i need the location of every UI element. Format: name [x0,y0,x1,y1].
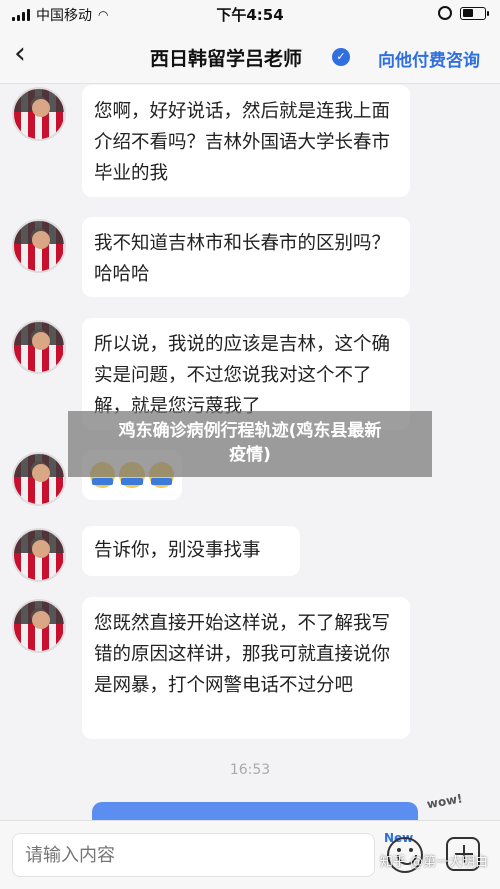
verified-check-icon: ✓ [332,48,350,66]
overlay-banner: 鸡东确诊病例行程轨迹(鸡东县最新 疫情) [68,411,432,477]
avatar[interactable] [12,87,66,141]
own-message-bubble [92,802,418,820]
avatar[interactable] [12,528,66,582]
message-bubble: 告诉你，别没事找事 [82,526,300,576]
sticker: wow! [425,791,464,812]
avatar[interactable] [12,599,66,653]
message-input[interactable] [12,833,375,877]
input-bar: New 知乎 @第一大明白 [0,820,500,889]
paid-consult-button[interactable]: 向他付费咨询 [378,46,480,71]
status-right [438,6,489,20]
message-bubble: 您既然直接开始这样说，不了解我写错的原因这样讲，那我可就直接说你是网暴，打个网警… [82,597,410,739]
battery-icon [460,6,489,20]
avatar[interactable] [12,320,66,374]
status-bar: 中国移动 ◠ 下午4:54 [0,0,500,28]
rotation-lock-icon [438,6,452,20]
banner-line-1: 鸡东确诊病例行程轨迹(鸡东县最新 [118,421,382,441]
banner-line-2: 疫情) [229,445,271,465]
avatar[interactable] [12,219,66,273]
page-title: 西日韩留学吕老师 [150,48,303,70]
timestamp: 16:53 [229,762,271,778]
nav-bar: ‹ 西日韩留学吕老师 ✓ 向他付费咨询 [0,28,500,84]
avatar[interactable] [12,452,66,506]
chevron-left-icon[interactable]: ‹ [14,39,44,70]
watermark: 知乎 @第一大明白 [379,855,488,870]
message-bubble: 我不知道吉林市和长春市的区别吗？哈哈哈 [82,217,410,297]
message-bubble: 您啊，好好说话，然后就是连我上面介绍不看吗？吉林外国语大学长春市毕业的我 [82,85,410,197]
clock: 下午4:54 [216,6,284,24]
